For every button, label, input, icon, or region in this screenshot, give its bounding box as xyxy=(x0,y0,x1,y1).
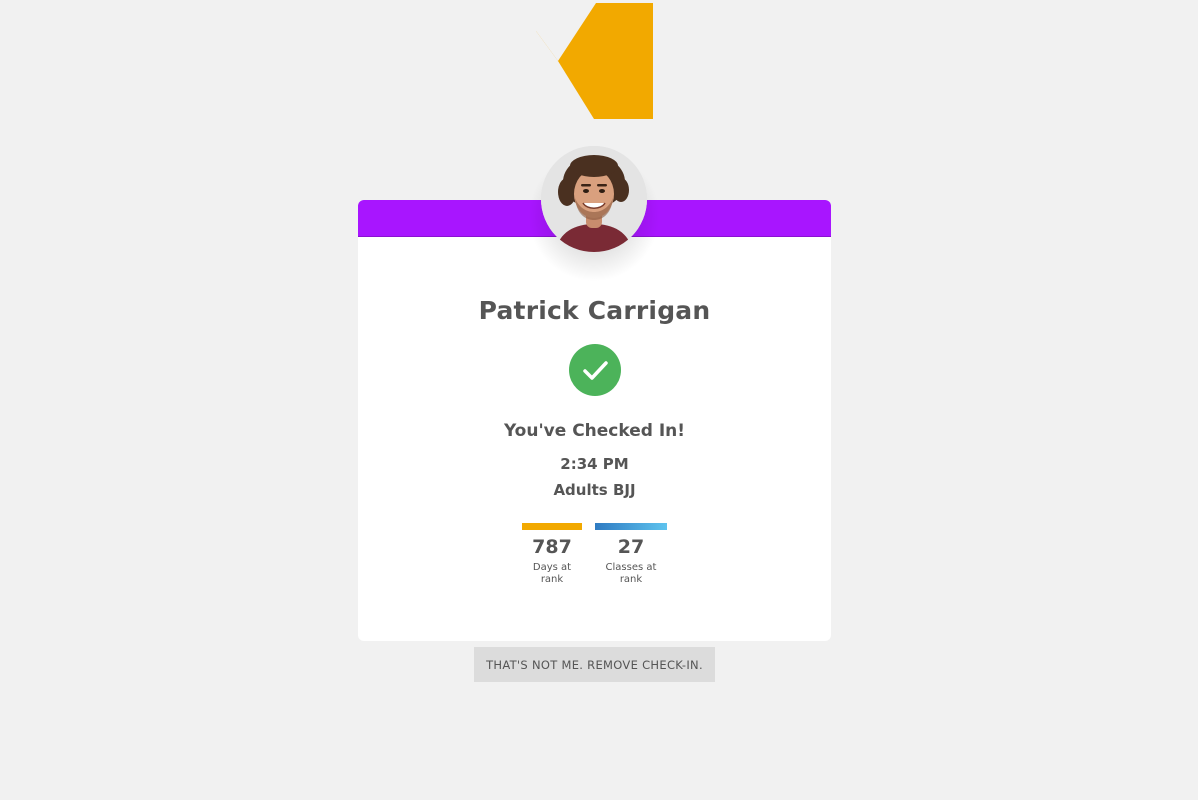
avatar-portrait xyxy=(541,146,647,252)
stat-value: 27 xyxy=(617,536,645,558)
member-name: Patrick Carrigan xyxy=(478,296,711,325)
stat-accent-bar xyxy=(595,523,667,530)
avatar xyxy=(541,146,647,252)
stat-accent-bar xyxy=(522,523,582,530)
check-in-status: You've Checked In! xyxy=(503,421,686,441)
stat-days-at-rank: 787 Days at rank xyxy=(522,523,582,586)
check-in-time: 2:34 PM xyxy=(560,455,629,473)
stat-label: Days at rank xyxy=(532,562,572,585)
check-circle-icon xyxy=(569,344,621,396)
stat-label: Classes at rank xyxy=(605,562,657,585)
stat-value: 787 xyxy=(532,536,572,558)
k-logo-icon xyxy=(536,3,653,119)
remove-check-in-button[interactable]: THAT'S NOT ME. REMOVE CHECK-IN. xyxy=(474,647,715,682)
class-name: Adults BJJ xyxy=(553,481,636,499)
stat-classes-at-rank: 27 Classes at rank xyxy=(595,523,667,586)
